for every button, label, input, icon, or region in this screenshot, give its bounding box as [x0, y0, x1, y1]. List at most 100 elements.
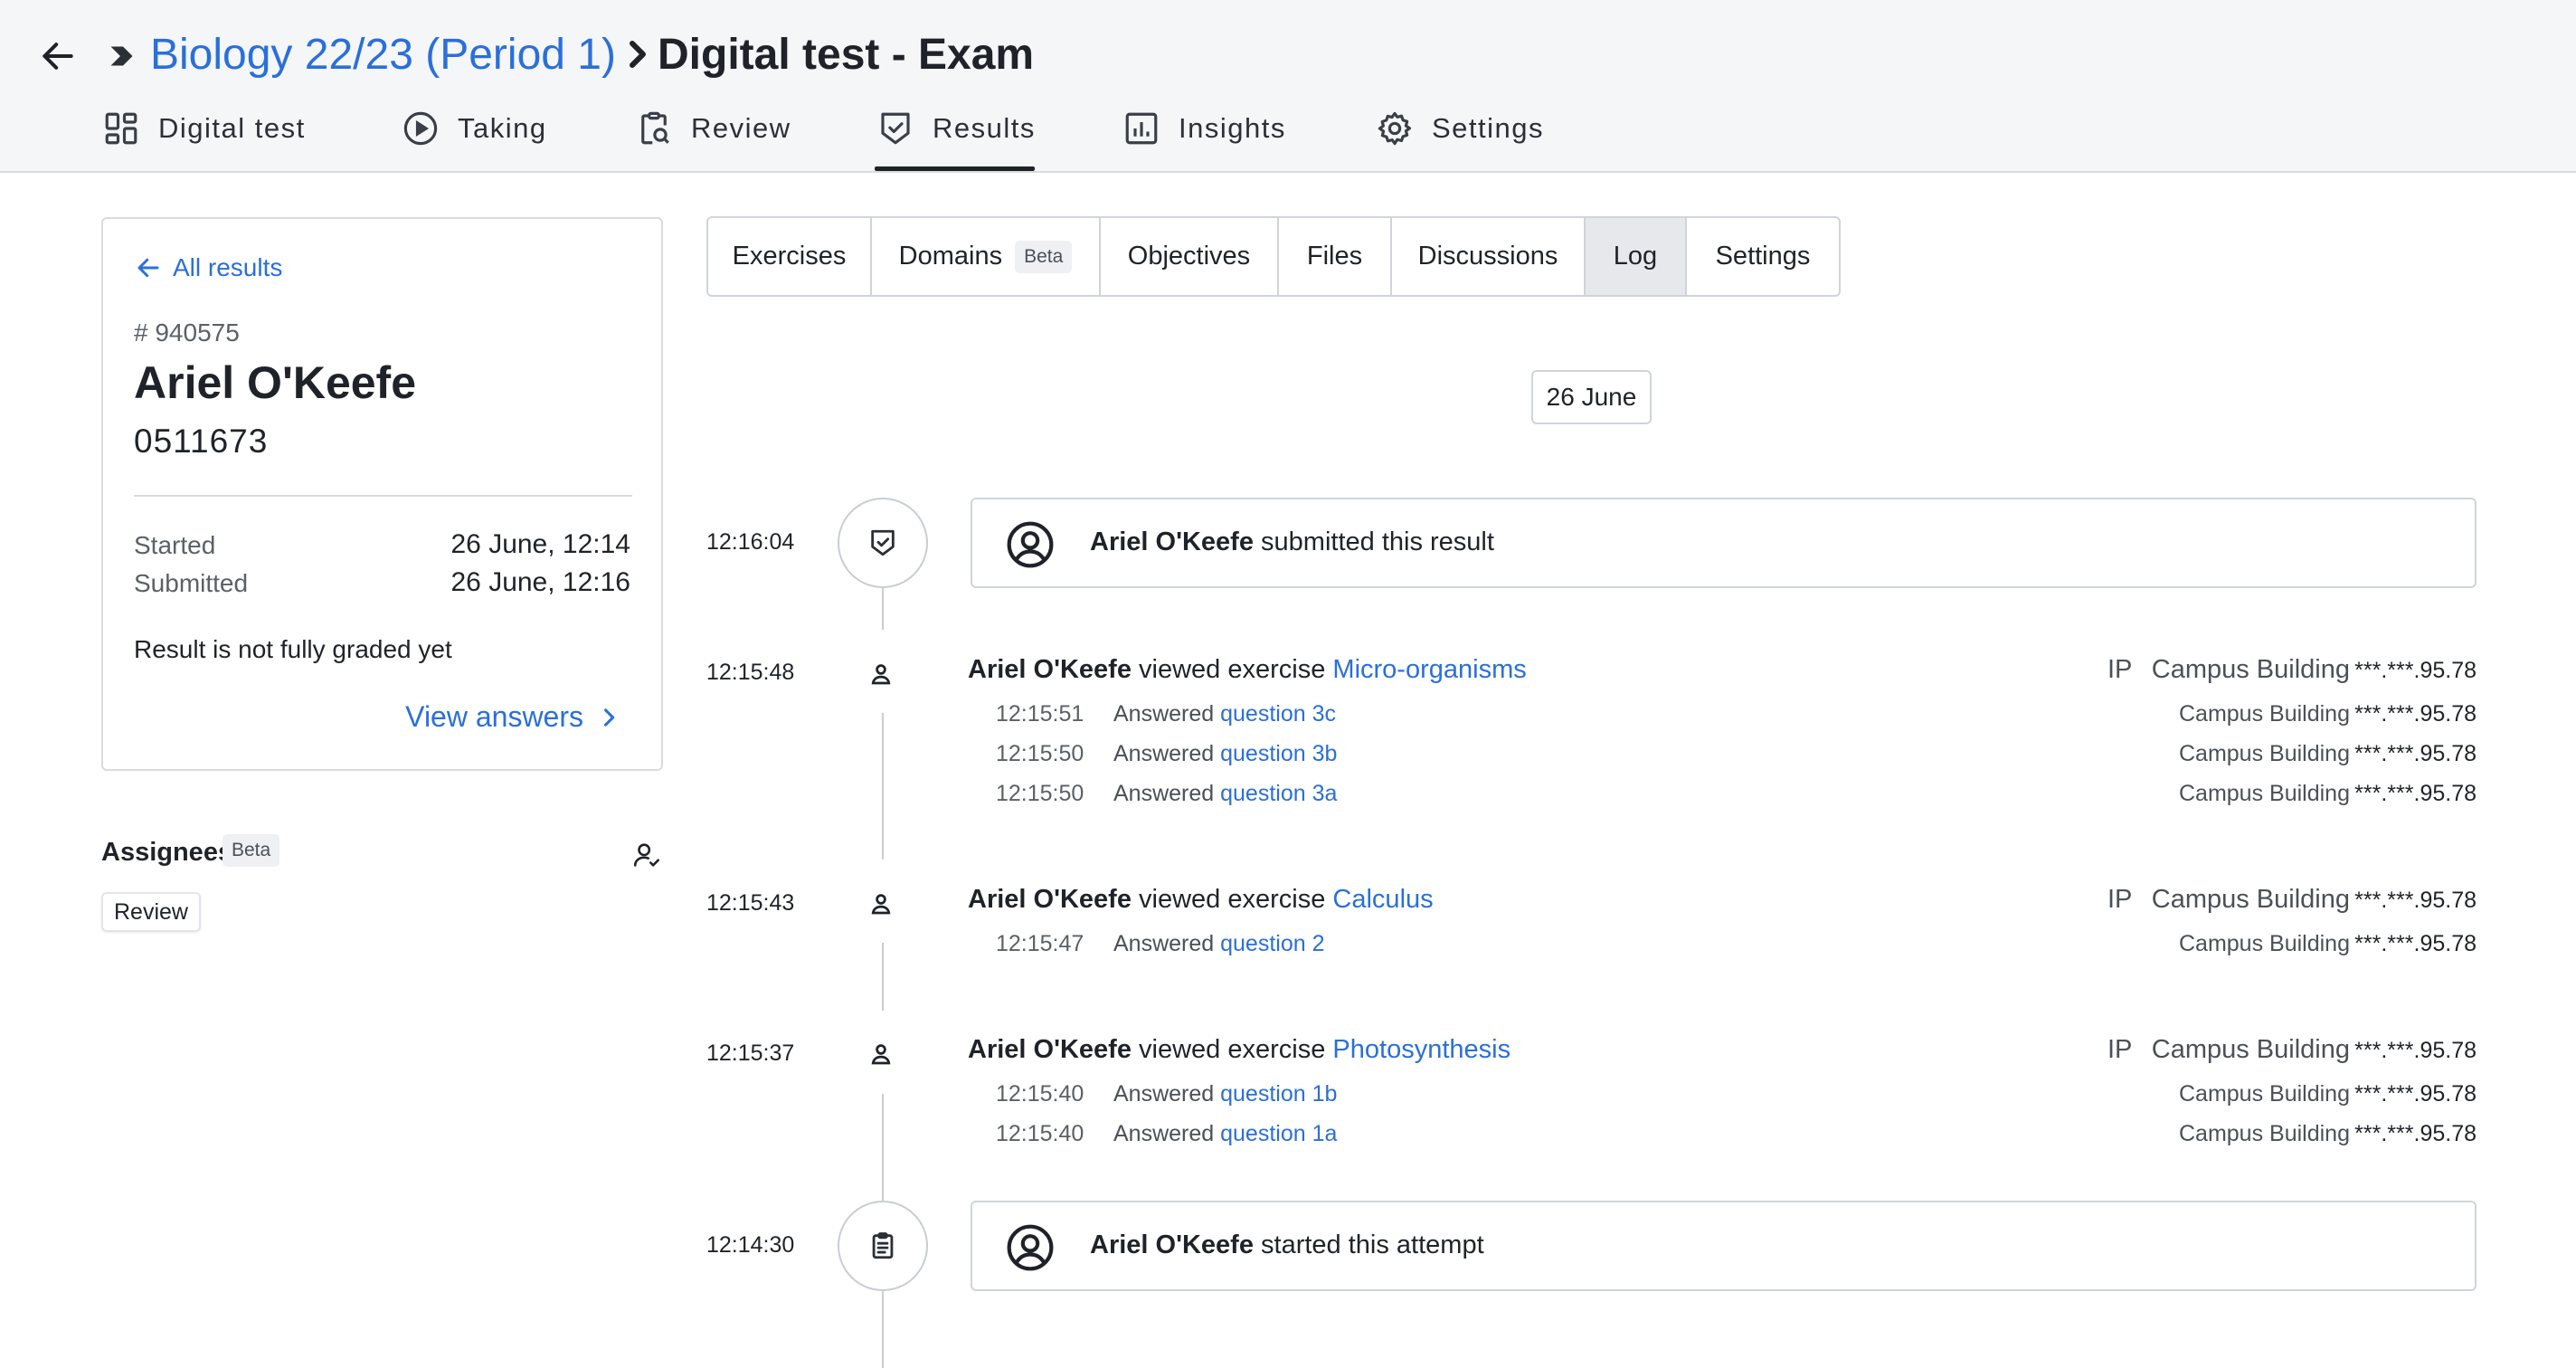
subtab-domains[interactable]: Domains Beta — [872, 218, 1101, 295]
breadcrumb-chevron-icon — [630, 41, 646, 68]
result-subtabs: Exercises Domains Beta Objectives Files D… — [706, 216, 1841, 297]
subtab-label: Log — [1613, 242, 1658, 271]
shield-check-icon — [871, 529, 895, 556]
subtab-label: Settings — [1715, 242, 1811, 271]
event-action: started this attempt — [1261, 1230, 1484, 1259]
question-link[interactable]: question 2 — [1220, 931, 1324, 956]
answer-action: Answered — [1113, 931, 1215, 956]
exercise-link[interactable]: Photosynthesis — [1332, 1035, 1511, 1064]
event-text: Ariel O'Keefe started this attempt — [1090, 1230, 1484, 1260]
event-text: Ariel O'Keefe submitted this result — [1090, 527, 1494, 557]
beta-badge: Beta — [1015, 240, 1073, 273]
nav-tab-digital-test[interactable]: Digital test — [102, 104, 306, 153]
ip-address: ***.***.95.78 — [2354, 1038, 2477, 1063]
chevron-right-icon — [603, 708, 615, 727]
student-number: 0511673 — [134, 423, 269, 460]
event-card-submitted: Ariel O'Keefe submitted this result — [971, 498, 2477, 588]
question-link[interactable]: question 3a — [1220, 781, 1337, 806]
timeline-node — [838, 1201, 928, 1291]
subtab-files[interactable]: Files — [1279, 218, 1392, 295]
question-link[interactable]: question 3b — [1220, 741, 1337, 766]
ip-address: ***.***.95.78 — [2354, 1081, 2477, 1107]
play-circle-icon — [403, 111, 438, 146]
all-results-label: All results — [173, 253, 283, 281]
nav-tab-label: Results — [933, 112, 1036, 144]
event-actor: Ariel O'Keefe — [968, 1035, 1132, 1064]
answer-line: Answered question 3b — [1113, 741, 1337, 767]
exercise-link[interactable]: Micro-organisms — [1332, 655, 1526, 684]
answer-time: 12:15:47 — [996, 931, 1084, 956]
nav-tab-review[interactable]: Review — [635, 104, 791, 153]
assign-user-icon[interactable] — [631, 840, 662, 870]
answer-line: Answered question 1b — [1113, 1081, 1337, 1107]
location-text: Campus Building — [2151, 655, 2350, 684]
review-chip[interactable]: Review — [101, 892, 201, 932]
event-time: 12:15:37 — [706, 1040, 795, 1066]
beta-badge: Beta — [223, 834, 280, 867]
nav-tab-label: Digital test — [158, 112, 306, 144]
timeline-connector — [882, 713, 884, 860]
submitted-label: Submitted — [134, 569, 249, 597]
timeline-connector — [882, 588, 884, 630]
nav-tab-label: Taking — [458, 112, 547, 144]
answer-action: Answered — [1113, 1081, 1215, 1107]
event-action: submitted this result — [1261, 527, 1494, 556]
nav-tab-label: Insights — [1179, 112, 1286, 144]
ip-address: ***.***.95.78 — [2354, 658, 2477, 683]
subtab-label: Domains — [898, 242, 1003, 271]
question-link[interactable]: question 3c — [1220, 701, 1336, 727]
breadcrumb-course-link[interactable]: Biology 22/23 (Period 1) — [150, 25, 616, 85]
answer-line: Answered question 1a — [1113, 1121, 1337, 1147]
shield-check-icon — [881, 112, 910, 145]
event-time: 12:15:48 — [706, 660, 795, 685]
subtab-log[interactable]: Log — [1586, 218, 1687, 295]
submitted-value: 26 June, 12:16 — [450, 567, 630, 597]
exercise-view-line: Ariel O'Keefe viewed exercise Micro-orga… — [968, 655, 1527, 685]
location-text: Campus Building — [2179, 781, 2350, 806]
page-title: Digital test - Exam — [658, 31, 1035, 79]
event-time: 12:14:30 — [706, 1232, 795, 1258]
bar-chart-icon — [1125, 112, 1158, 145]
back-arrow-icon[interactable] — [38, 36, 78, 76]
view-answers-link[interactable]: View answers — [405, 700, 621, 734]
answer-time: 12:15:40 — [996, 1121, 1084, 1146]
person-icon — [871, 664, 891, 685]
event-action: viewed exercise — [1139, 1035, 1326, 1064]
person-icon — [871, 894, 891, 915]
nav-tab-settings[interactable]: Settings — [1376, 104, 1544, 153]
chevron-tag-icon — [110, 46, 133, 66]
active-tab-indicator — [875, 166, 1035, 171]
subtab-discussions[interactable]: Discussions — [1392, 218, 1586, 295]
ip-label: IP — [2107, 655, 2133, 684]
exercise-view-line: Ariel O'Keefe viewed exercise Calculus — [968, 885, 1434, 915]
card-divider — [134, 495, 632, 497]
subtab-exercises[interactable]: Exercises — [708, 218, 872, 295]
nav-tab-taking[interactable]: Taking — [402, 104, 547, 153]
subtab-label: Exercises — [732, 242, 847, 271]
all-results-link[interactable]: All results — [135, 253, 282, 282]
nav-tab-label: Review — [691, 112, 791, 144]
answer-line: Answered question 3c — [1113, 701, 1336, 727]
nav-tab-results[interactable]: Results — [876, 104, 1036, 153]
nav-tab-label: Settings — [1432, 112, 1545, 144]
event-time: 12:16:04 — [706, 529, 795, 555]
question-link[interactable]: question 1a — [1220, 1121, 1337, 1146]
event-actor: Ariel O'Keefe — [1090, 1230, 1254, 1259]
answer-time: 12:15:50 — [996, 741, 1084, 766]
started-label: Started — [134, 531, 216, 559]
subtab-label: Files — [1306, 242, 1363, 271]
subtab-label: Discussions — [1417, 242, 1558, 271]
answer-time: 12:15:51 — [996, 701, 1084, 727]
location-text: Campus Building — [2151, 1035, 2350, 1064]
subtab-settings[interactable]: Settings — [1687, 218, 1839, 295]
timeline-connector — [882, 1094, 884, 1201]
location-text: Campus Building — [2179, 741, 2350, 766]
view-answers-label: View answers — [405, 700, 583, 733]
subtab-objectives[interactable]: Objectives — [1101, 218, 1279, 295]
nav-tab-insights[interactable]: Insights — [1122, 104, 1286, 153]
exercise-link[interactable]: Calculus — [1332, 885, 1433, 914]
question-link[interactable]: question 1b — [1220, 1081, 1337, 1107]
event-actor: Ariel O'Keefe — [1090, 527, 1254, 556]
person-icon — [871, 1044, 891, 1065]
answer-line: Answered question 3a — [1113, 781, 1337, 807]
